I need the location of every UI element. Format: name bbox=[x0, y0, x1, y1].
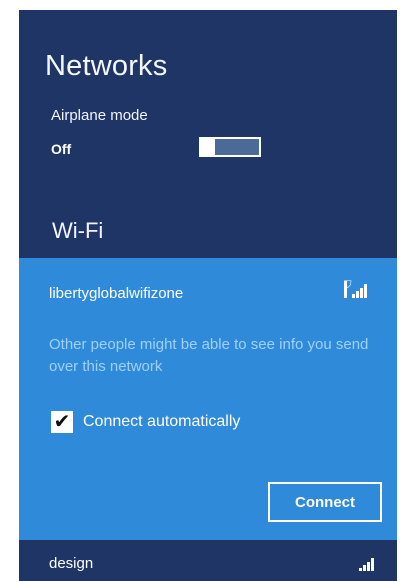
network-item[interactable]: design bbox=[19, 540, 397, 581]
toggle-track bbox=[215, 139, 259, 155]
airplane-mode-toggle[interactable] bbox=[199, 137, 261, 157]
security-warning: Other people might be able to see info y… bbox=[49, 336, 369, 375]
airplane-mode-label: Airplane mode bbox=[51, 107, 148, 124]
connect-automatically-label: Connect automatically bbox=[83, 413, 241, 430]
network-ssid: libertyglobalwifizone bbox=[49, 285, 184, 302]
checkmark-icon[interactable]: ✔ bbox=[51, 411, 73, 433]
wifi-section-title: Wi-Fi bbox=[52, 218, 104, 243]
network-item-selected[interactable]: libertyglobalwifizone ⛉ Other people mig… bbox=[19, 258, 397, 540]
shield-icon: ⛉ bbox=[344, 281, 352, 298]
page-title: Networks bbox=[45, 50, 168, 82]
connect-button[interactable]: Connect bbox=[268, 482, 382, 522]
airplane-mode-state: Off bbox=[51, 141, 72, 157]
connect-automatically-checkbox[interactable]: ✔ Connect automatically bbox=[51, 411, 240, 433]
network-ssid: design bbox=[49, 555, 94, 572]
secured-wifi-signal-icon: ⛉ bbox=[344, 281, 367, 298]
networks-panel: Networks Airplane mode Off Wi-Fi liberty… bbox=[19, 10, 397, 581]
wifi-signal-icon bbox=[359, 557, 377, 571]
